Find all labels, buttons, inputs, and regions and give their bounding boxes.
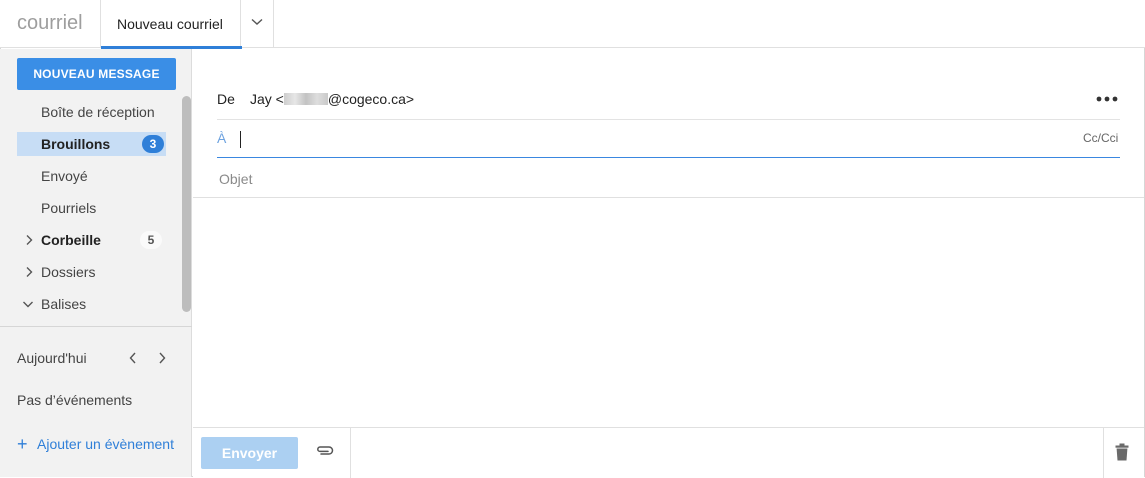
compose-pane: De Jay < @cogeco.ca> À Cc/Cci Envoyer	[193, 49, 1144, 478]
chevron-left-icon[interactable]	[128, 351, 138, 365]
more-icon[interactable]	[1096, 96, 1118, 102]
folder-drafts[interactable]: Brouillons 3	[17, 132, 166, 156]
compose-footer: Envoyer	[193, 427, 1144, 478]
folder-spam[interactable]: Pourriels	[17, 196, 166, 220]
text-caret	[240, 131, 241, 148]
folder-label: Brouillons	[41, 136, 111, 152]
folder-label: Dossiers	[41, 264, 96, 280]
message-body-editor[interactable]	[193, 198, 1144, 427]
folder-trash[interactable]: Corbeille 5	[17, 228, 166, 252]
add-event-link[interactable]: + Ajouter un évènement	[17, 434, 174, 454]
divider	[217, 119, 1120, 120]
trash-icon[interactable]	[1115, 443, 1129, 461]
trash-count-badge: 5	[140, 231, 162, 249]
folder-sent[interactable]: Envoyé	[17, 164, 166, 188]
chevron-right-icon[interactable]	[157, 351, 167, 365]
sidebar-scrollbar[interactable]	[182, 96, 191, 312]
from-sender[interactable]: Jay < @cogeco.ca>	[250, 91, 414, 107]
chevron-down-icon	[251, 18, 263, 25]
chevron-right-icon[interactable]	[25, 266, 33, 278]
tabs-dropdown-button[interactable]	[241, 0, 274, 48]
folder-label: Balises	[41, 296, 87, 312]
tab-label: Nouveau courriel	[117, 16, 223, 32]
calendar-today-label[interactable]: Aujourd'hui	[17, 350, 87, 366]
drafts-count-badge: 3	[142, 135, 164, 153]
chevron-down-icon[interactable]	[22, 299, 34, 311]
add-event-label: Ajouter un évènement	[37, 436, 174, 452]
sender-name: Jay <	[250, 91, 284, 107]
sender-domain: @cogeco.ca>	[327, 91, 415, 107]
tab-new-email[interactable]: Nouveau courriel	[100, 0, 242, 49]
sidebar-divider	[0, 326, 192, 327]
send-button[interactable]: Envoyer	[201, 437, 298, 469]
folder-label: Envoyé	[41, 168, 88, 184]
folder-inbox[interactable]: Boîte de réception	[17, 100, 166, 124]
subject-input[interactable]	[217, 168, 1097, 190]
no-events-label: Pas d’événements	[17, 392, 133, 408]
new-message-button[interactable]: NOUVEAU MESSAGE	[17, 58, 176, 90]
redacted-email	[283, 93, 328, 105]
plus-icon: +	[17, 434, 28, 454]
paperclip-icon[interactable]	[315, 444, 335, 456]
to-input[interactable]	[239, 129, 1059, 151]
footer-divider	[1103, 428, 1104, 478]
sidebar: NOUVEAU MESSAGE Boîte de réception Broui…	[0, 49, 192, 477]
folder-tags[interactable]: Balises	[17, 292, 166, 316]
to-field-underline	[217, 157, 1120, 158]
folder-folders[interactable]: Dossiers	[17, 260, 166, 284]
cc-bcc-link[interactable]: Cc/Cci	[1083, 131, 1118, 145]
from-label: De	[217, 91, 235, 107]
footer-divider	[350, 428, 351, 478]
app-title: courriel	[17, 12, 83, 34]
folder-label: Corbeille	[41, 232, 101, 248]
folder-label: Pourriels	[41, 200, 97, 216]
to-label: À	[217, 130, 227, 146]
top-bar: courriel Nouveau courriel	[0, 0, 1145, 49]
folder-label: Boîte de réception	[41, 104, 155, 120]
chevron-right-icon[interactable]	[25, 234, 33, 246]
